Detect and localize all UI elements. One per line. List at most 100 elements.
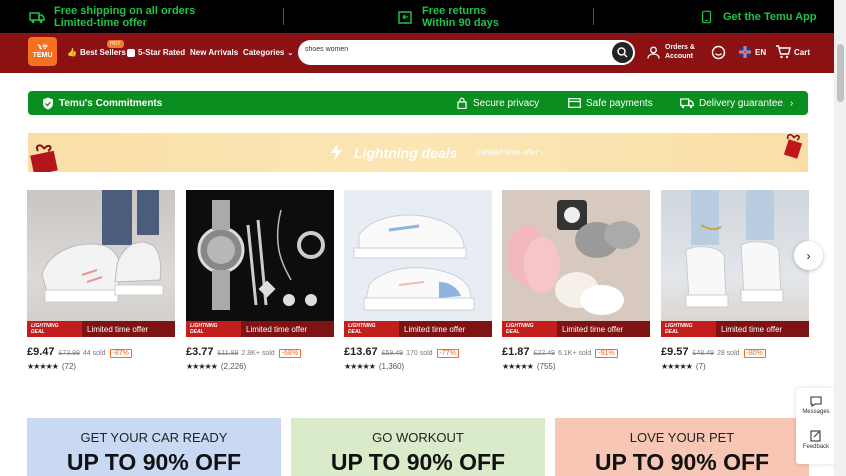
phone-icon [702, 10, 712, 24]
category-heading: LOVE YOUR PET [629, 430, 735, 445]
gift-ribbon-right-icon [783, 133, 803, 159]
promo-bar: Free shipping on all orders Limited-time… [0, 0, 834, 33]
rating-count: (72) [61, 362, 77, 371]
product-image-platform-sneakers[interactable]: LIGHTNING DEAL Limited time offer [661, 190, 809, 337]
tag-text: Limited time offer [562, 324, 624, 334]
product-card[interactable]: LIGHTNING DEAL Limited time offer £3.77 £… [186, 190, 334, 371]
product-card[interactable]: LIGHTNING DEAL Limited time offer £9.57 £… [661, 190, 809, 371]
category-promo-car[interactable]: GET YOUR CAR READY UP TO 90% OFF [27, 418, 281, 476]
nav-best-sellers[interactable]: 👍 Best Sellers [67, 48, 126, 57]
divider [593, 8, 594, 25]
shield-check-icon [43, 97, 53, 109]
rating-row: ★★★★★ (1,360) [344, 362, 404, 371]
lightning-deal-tag: LIGHTNING DEAL Limited time offer [186, 321, 334, 337]
discount-badge: -87% [109, 349, 132, 358]
nav-new-arrivals[interactable]: New Arrivals [190, 48, 238, 57]
lightning-deal-tag: LIGHTNING DEAL Limited time offer [661, 321, 809, 337]
truck-icon [29, 12, 45, 23]
discount-badge: -91% [595, 349, 618, 358]
star-rating-icon: ★★★★★ [502, 362, 534, 371]
tag-line-2: DEAL [506, 329, 520, 335]
lightning-deal-badge: LIGHTNING DEAL [186, 321, 241, 337]
nav-five-star[interactable]: 5-Star Rated [127, 48, 185, 57]
category-offer: UP TO 90% OFF [330, 449, 506, 475]
price: £9.47 [27, 346, 55, 358]
tag-text: Limited time offer [721, 324, 783, 334]
lightning-title: Lightning deals [354, 145, 458, 161]
lightning-bolt-icon [331, 143, 342, 161]
commitments-bar[interactable]: Temu's Commitments Secure privacy Safe p… [28, 91, 808, 115]
support-button[interactable] [711, 45, 726, 60]
star-rating-icon: ★★★★★ [186, 362, 218, 371]
logo-text: TEMU [32, 51, 53, 59]
side-widget: Messages Feedback [796, 388, 836, 464]
product-image-slippers[interactable]: LIGHTNING DEAL Limited time offer [502, 190, 650, 337]
discount-badge: -77% [436, 349, 459, 358]
category-heading: GO WORKOUT [372, 430, 464, 445]
discount-badge: -80% [743, 349, 766, 358]
tag-line-2: DEAL [348, 329, 362, 335]
commitments-title: Temu's Commitments [59, 97, 163, 109]
search-icon [617, 47, 628, 58]
privacy-label: Secure privacy [473, 97, 540, 109]
category-promo-pet[interactable]: LOVE YOUR PET UP TO 90% OFF [555, 418, 809, 476]
delivery-guarantee: Delivery guarantee › [680, 98, 793, 109]
free-shipping-promo[interactable]: Free shipping on all orders Limited-time… [29, 5, 195, 29]
search-input[interactable] [305, 46, 595, 53]
product-card[interactable]: LIGHTNING DEAL Limited time offer £1.87 £… [502, 190, 650, 371]
lightning-deal-tag: LIGHTNING DEAL Limited time offer [502, 321, 650, 337]
rating-count: (7) [695, 362, 706, 371]
star-badge-icon [127, 48, 135, 57]
temu-logo[interactable]: ꔄꕢ TEMU [28, 37, 57, 66]
rating-count: (2,226) [220, 362, 247, 371]
language-label: EN [755, 47, 767, 57]
category-promo-workout[interactable]: GO WORKOUT UP TO 90% OFF [291, 418, 545, 476]
carousel-next-button[interactable]: › [794, 241, 823, 270]
tag-text: Limited time offer [404, 324, 466, 334]
star-rating-icon: ★★★★★ [27, 362, 59, 371]
get-app-promo[interactable]: Get the Temu App [700, 9, 817, 25]
feedback-label: Feedback [802, 444, 830, 450]
lightning-deals-banner[interactable]: Lightning deals Limited time offer › [28, 133, 808, 172]
jewelry-image [197, 200, 325, 310]
feedback-button[interactable]: Feedback [796, 430, 836, 450]
cart-button[interactable]: Cart [775, 45, 810, 59]
product-image-white-sneakers[interactable]: LIGHTNING DEAL Limited time offer [344, 190, 492, 337]
card-icon [568, 98, 581, 108]
white-sneaker-image [353, 214, 475, 311]
orders-account[interactable]: Orders & Account [647, 43, 695, 61]
sold-count: 44 sold [82, 350, 106, 357]
cart-icon [776, 45, 791, 59]
messages-button[interactable]: Messages [796, 396, 836, 415]
lightning-deal-badge: LIGHTNING DEAL [661, 321, 716, 337]
price-row: £3.77 £11.99 2.8K+ sold -68% [186, 346, 334, 358]
language-selector[interactable]: EN [738, 46, 766, 58]
divider [283, 8, 284, 25]
gift-ribbon-left-icon [30, 144, 58, 172]
tag-line-2: DEAL [190, 329, 204, 335]
nav-categories[interactable]: Categories ⌄ [243, 48, 293, 57]
product-card[interactable]: LIGHTNING DEAL Limited time offer £13.67 … [344, 190, 492, 371]
price: £1.87 [502, 346, 530, 358]
sold-count: 170 sold [406, 350, 433, 357]
price-row: £1.87 £22.49 6.1K+ sold -91% [502, 346, 650, 358]
smiley-support-icon [711, 45, 726, 60]
logo-glyphs: ꔄꕢ [37, 44, 48, 51]
lightning-deal-badge: LIGHTNING DEAL [27, 321, 82, 337]
price: £3.77 [186, 346, 214, 358]
chat-bubble-icon [810, 396, 822, 408]
original-price: £73.99 [58, 350, 80, 357]
product-image-sneakers[interactable]: LIGHTNING DEAL Limited time offer [27, 190, 175, 337]
payments-label: Safe payments [586, 97, 653, 109]
free-returns-promo[interactable]: Free returns Within 90 days [397, 5, 499, 29]
scrollbar-thumb[interactable] [837, 44, 844, 102]
product-image-jewelry[interactable]: LIGHTNING DEAL Limited time offer [186, 190, 334, 337]
price-row: £9.57 £48.49 28 sold -80% [661, 346, 809, 358]
returns-sub: Within 90 days [422, 17, 499, 29]
chevron-right-icon: › [806, 248, 811, 263]
rating-row: ★★★★★ (7) [661, 362, 706, 371]
price: £9.57 [661, 346, 689, 358]
rating-row: ★★★★★ (72) [27, 362, 76, 371]
product-card[interactable]: LIGHTNING DEAL Limited time offer £9.47 £… [27, 190, 175, 371]
search-button[interactable] [612, 42, 633, 63]
